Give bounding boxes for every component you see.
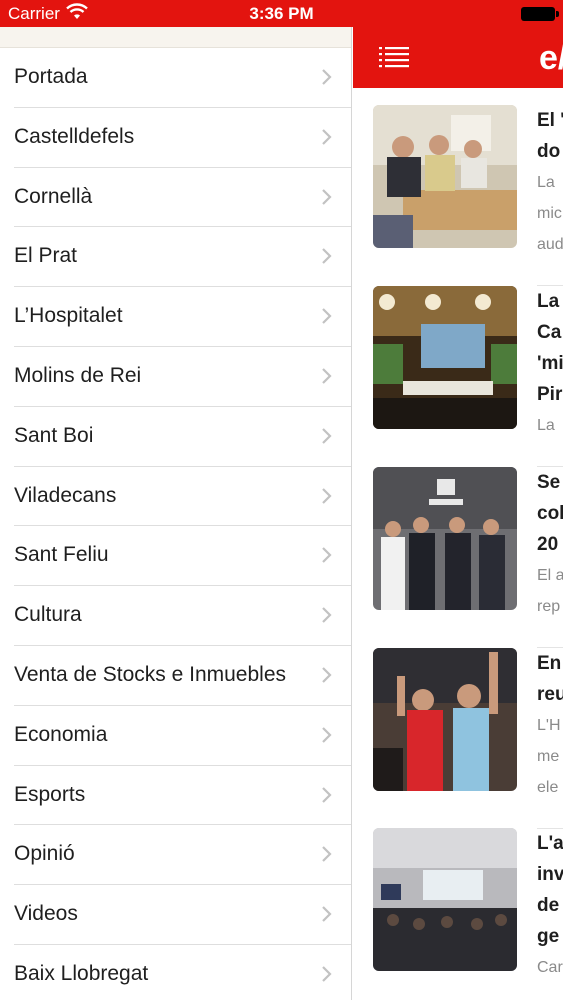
menu-item-label: L’Hospitalet — [14, 304, 123, 328]
chevron-right-icon — [322, 487, 332, 504]
chevron-right-icon — [322, 428, 332, 444]
chevron-right-icon — [322, 547, 332, 564]
article-thumbnail — [373, 648, 517, 791]
chevron-right-icon — [322, 368, 332, 384]
chevron-right-icon — [322, 129, 332, 145]
menu-header — [0, 27, 351, 48]
nav-bar: e/ — [353, 27, 563, 88]
article-card[interactable]: La Ca 'mi Pir La — [373, 286, 563, 467]
chevron-right-icon — [322, 248, 332, 265]
article-title: En reu — [537, 653, 563, 705]
article-excerpt: L'H me ele — [537, 717, 561, 796]
side-menu: Portada Castelldefels Cornellà El Prat L… — [0, 27, 352, 1000]
menu-item-label: Sant Boi — [14, 423, 94, 447]
menu-item-economia[interactable]: Economia — [0, 706, 351, 766]
menu-item-label: Castelldefels — [14, 124, 135, 148]
menu-item-label: Viladecans — [14, 483, 117, 507]
status-time: 3:36 PM — [249, 4, 314, 23]
menu-item-castelldefels[interactable]: Castelldefels — [0, 108, 351, 168]
photo-seat-handshake — [373, 467, 517, 610]
menu-item-label: El Prat — [14, 244, 78, 268]
menu-list-icon[interactable] — [379, 46, 409, 68]
article-title: L'a inv de ge — [537, 833, 563, 947]
menu-item-sant-feliu[interactable]: Sant Feliu — [0, 526, 351, 587]
menu-item-viladecans[interactable]: Viladecans — [0, 467, 351, 527]
article-excerpt: La mic aud — [537, 174, 563, 253]
menu-item-opinio[interactable]: Opinió — [0, 825, 351, 886]
menu-item-cultura[interactable]: Cultura — [0, 586, 351, 646]
article-thumbnail — [373, 828, 517, 971]
article-thumbnail — [373, 467, 517, 610]
chevron-right-icon — [322, 906, 332, 922]
chevron-right-icon — [322, 69, 332, 85]
main-panel: e/ El ' do La mic aud — [353, 27, 563, 1000]
menu-item-label: Molins de Rei — [14, 363, 142, 387]
chevron-right-icon — [322, 188, 332, 205]
menu-item-label: Economia — [14, 722, 108, 746]
article-thumbnail — [373, 105, 517, 248]
menu-item-sant-boi[interactable]: Sant Boi — [0, 407, 351, 467]
menu-item-label: Videos — [14, 902, 78, 926]
menu-item-label: Venta de Stocks e Inmuebles — [14, 662, 287, 686]
chevron-right-icon — [322, 667, 332, 683]
menu-item-label: Esports — [14, 782, 86, 806]
menu-item-videos[interactable]: Videos — [0, 885, 351, 945]
menu-item-esports[interactable]: Esports — [0, 766, 351, 826]
chevron-right-icon — [322, 607, 332, 623]
menu-item-label: Cornellà — [14, 184, 93, 208]
chevron-right-icon — [322, 726, 332, 743]
menu-item-portada[interactable]: Portada — [0, 48, 351, 108]
menu-item-lhospitalet[interactable]: L’Hospitalet — [0, 287, 351, 347]
status-bar: Carrier 3:36 PM — [0, 0, 563, 27]
photo-meeting-table — [373, 105, 517, 248]
photo-conference-room — [373, 828, 517, 971]
article-title: El ' do — [537, 110, 563, 162]
article-card[interactable]: Se col 20 El a rep — [373, 467, 563, 648]
menu-item-baix-llobregat[interactable]: Baix Llobregat — [0, 945, 351, 1000]
menu-item-venta-de-stocks[interactable]: Venta de Stocks e Inmuebles — [0, 646, 351, 706]
article-title: La Ca 'mi Pir — [537, 291, 563, 405]
menu-item-el-prat[interactable]: El Prat — [0, 227, 351, 288]
chevron-right-icon — [322, 308, 332, 324]
menu-item-molins-de-rei[interactable]: Molins de Rei — [0, 347, 351, 407]
menu-item-cornella[interactable]: Cornellà — [0, 168, 351, 228]
menu-item-label: Cultura — [14, 603, 82, 627]
chevron-right-icon — [322, 786, 332, 803]
menu-item-label: Baix Llobregat — [14, 961, 149, 985]
article-card[interactable]: L'a inv de ge Car — [373, 828, 563, 1000]
battery-icon — [521, 7, 559, 21]
article-excerpt: La — [537, 417, 555, 434]
article-excerpt: El a rep — [537, 567, 563, 615]
photo-campaign-rally — [373, 648, 517, 791]
menu-item-label: Portada — [14, 65, 88, 88]
article-excerpt: Car — [537, 959, 563, 976]
article-title: Se col 20 — [537, 472, 563, 555]
chevron-right-icon — [322, 966, 332, 982]
article-card[interactable]: El ' do La mic aud — [373, 105, 563, 286]
menu-item-label: Sant Feliu — [14, 543, 109, 567]
brand-logo: e/ — [539, 39, 563, 77]
chevron-right-icon — [322, 846, 332, 863]
photo-event-stage — [373, 286, 517, 429]
article-card[interactable]: En reu L'H me ele — [373, 648, 563, 829]
menu-item-label: Opinió — [14, 842, 75, 866]
article-thumbnail — [373, 286, 517, 429]
